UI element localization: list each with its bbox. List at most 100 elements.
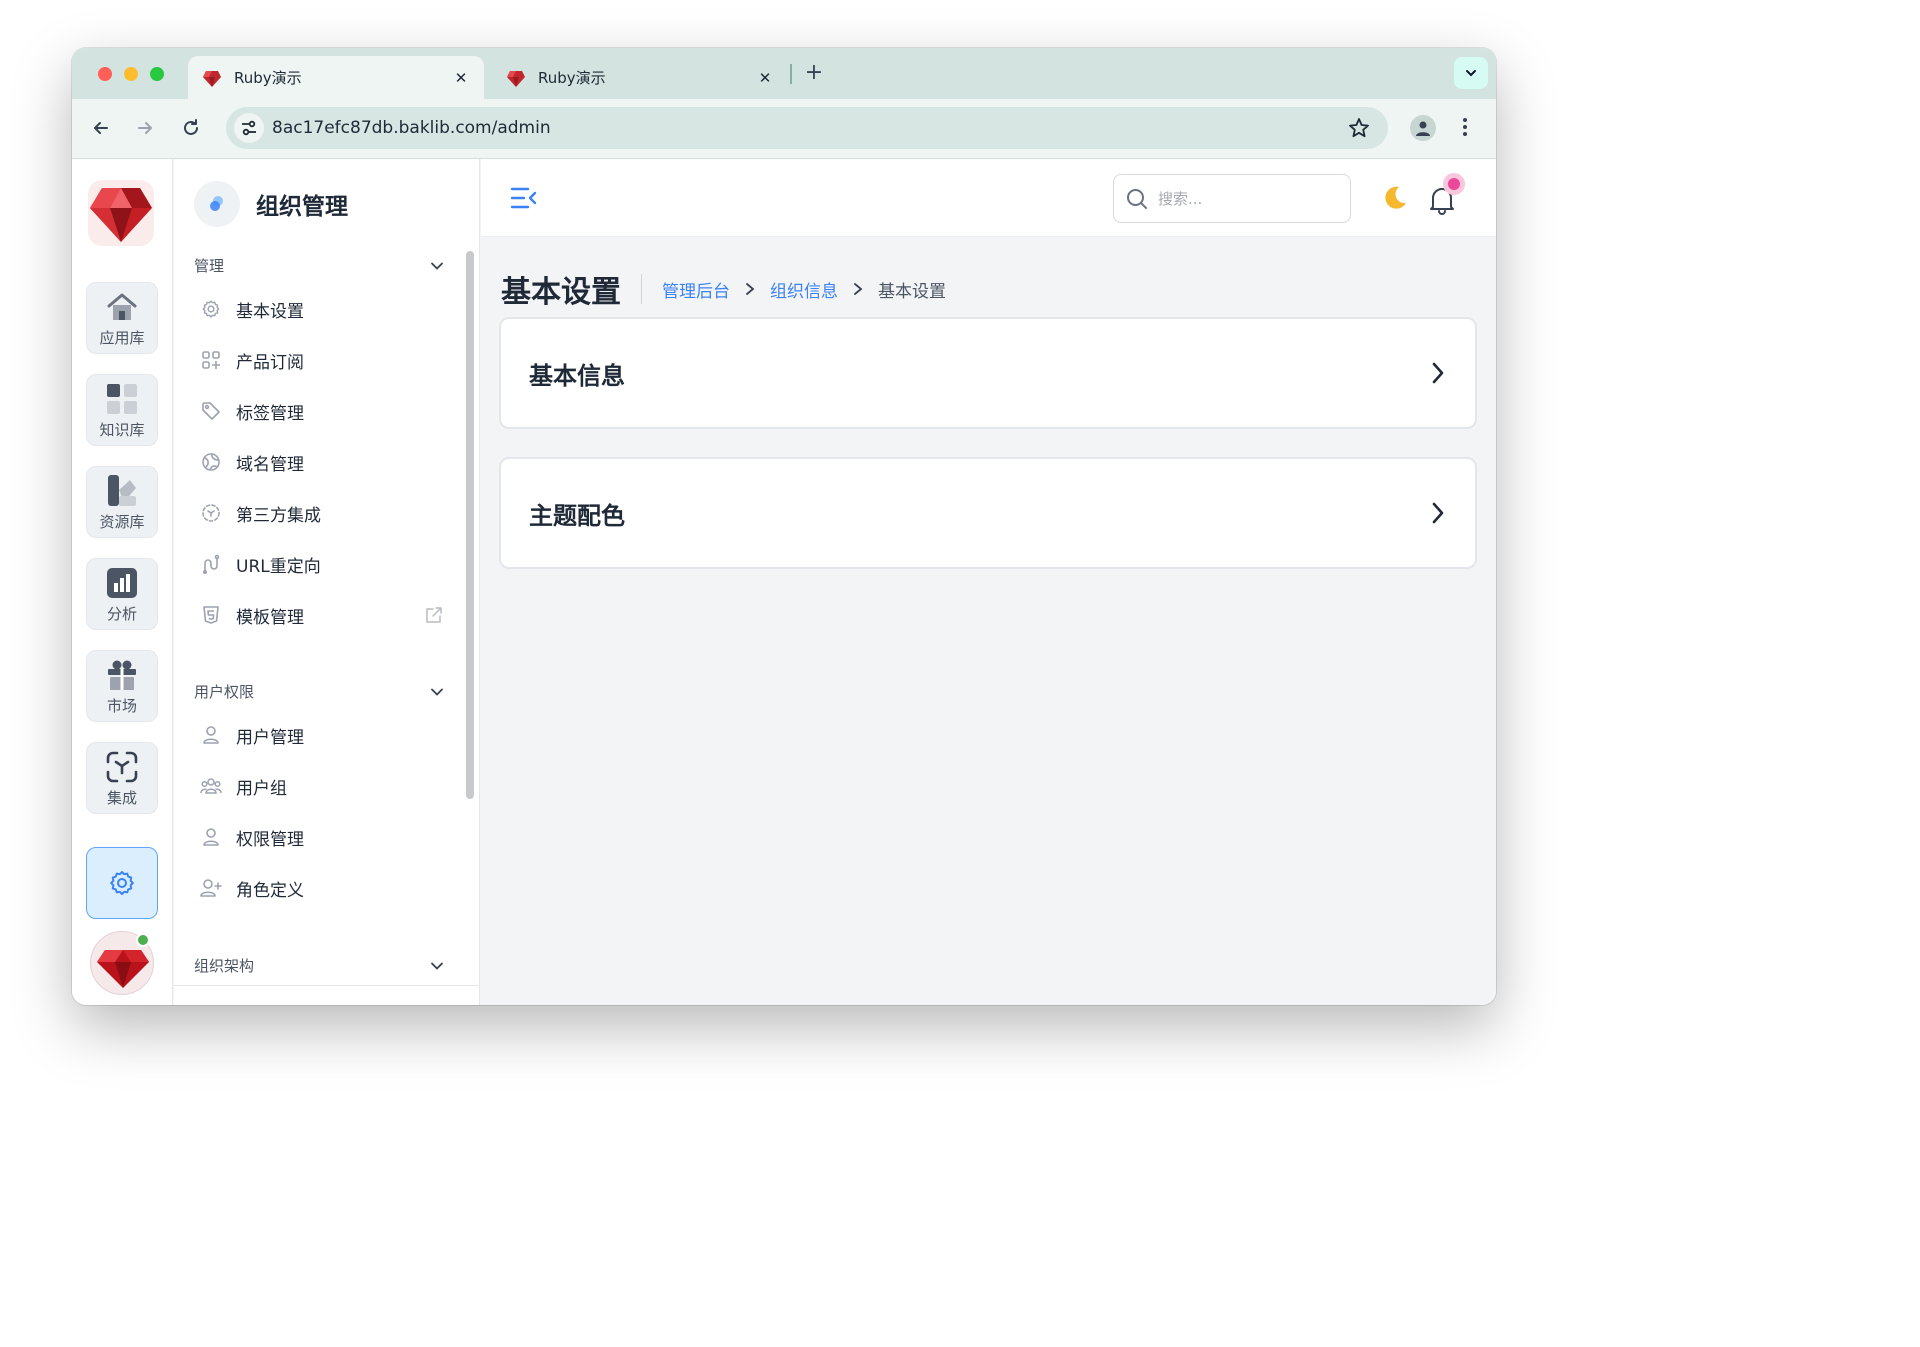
window-zoom-button[interactable] (150, 67, 164, 81)
sidebar-title: 组织管理 (256, 194, 348, 220)
user-icon (200, 724, 222, 746)
sidebar-item-basic-settings[interactable]: 基本设置 (200, 291, 444, 327)
rail-settings-button[interactable] (86, 847, 158, 919)
sidebar-item-user-groups[interactable]: 用户组 (200, 768, 444, 804)
card-theme-colors[interactable]: 主题配色 (499, 457, 1477, 569)
notification-badge (1443, 173, 1465, 195)
tab-close-icon[interactable]: ✕ (756, 69, 774, 87)
browser-titlebar: Ruby演示 ✕ Ruby演示 ✕ + (72, 48, 1496, 99)
sidebar-item-user-management[interactable]: 用户管理 (200, 717, 444, 753)
main-content: 基本设置 管理后台 组织信息 基本设置 基本信息 主题配色 (481, 159, 1496, 1005)
tab-title: Ruby演示 (234, 69, 302, 87)
sidebar-scrollbar[interactable] (466, 251, 474, 799)
new-tab-button[interactable]: + (804, 60, 824, 86)
bar-chart-icon (104, 565, 140, 601)
home-icon (104, 289, 140, 325)
window-minimize-button[interactable] (124, 67, 138, 81)
integration-icon (104, 749, 140, 785)
forward-button[interactable] (134, 116, 156, 140)
sidebar-item-label: 权限管理 (236, 829, 304, 850)
arrow-left-icon (94, 122, 108, 134)
site-info-button[interactable] (234, 113, 264, 143)
sidebar-item-label: 模板管理 (236, 607, 304, 628)
ruby-logo-icon[interactable] (86, 178, 156, 248)
sidebar-item-label: 标签管理 (236, 403, 304, 424)
profile-button[interactable] (1410, 115, 1436, 141)
rail-item-label: 资源库 (99, 513, 145, 531)
sidebar-item-roles[interactable]: 角色定义 (200, 870, 444, 906)
breadcrumb-link-org-info[interactable]: 组织信息 (770, 277, 838, 302)
user-icon (200, 826, 222, 848)
arrow-right-icon (138, 122, 152, 134)
rail-item-label: 市场 (106, 697, 137, 715)
tab-title: Ruby演示 (538, 69, 606, 87)
chevron-down-icon (1466, 70, 1476, 77)
tune-icon (242, 120, 256, 136)
breadcrumb-link-admin[interactable]: 管理后台 (662, 277, 730, 302)
search-box[interactable] (1113, 174, 1351, 223)
page-title: 基本设置 (501, 275, 621, 310)
collapse-sidebar-icon[interactable] (509, 183, 539, 213)
person-icon (1416, 121, 1430, 136)
sidebar-item-domains[interactable]: 域名管理 (200, 444, 444, 480)
reload-button[interactable] (180, 116, 202, 140)
sidebar-section-org-structure[interactable]: 组织架构 (194, 955, 444, 976)
sidebar-item-subscription[interactable]: 产品订阅 (200, 342, 444, 378)
tab-list-button[interactable] (1454, 57, 1488, 89)
rail-item-integration[interactable]: 集成 (86, 742, 158, 814)
sidebar-section-manage[interactable]: 管理 (194, 255, 444, 276)
tab-close-icon[interactable]: ✕ (452, 69, 470, 87)
ruby-favicon-icon (203, 70, 221, 87)
sidebar-item-url-redirect[interactable]: URL重定向 (200, 546, 444, 582)
sidebar-item-label: 域名管理 (236, 454, 304, 475)
sidebar-item-third-party[interactable]: 第三方集成 (200, 495, 444, 531)
back-button[interactable] (90, 116, 112, 140)
apps-icon (200, 349, 222, 371)
rail-item-analytics[interactable]: 分析 (86, 558, 158, 630)
address-bar[interactable]: 8ac17efc87db.baklib.com/admin (226, 107, 1388, 149)
sidebar-item-label: 用户组 (236, 778, 287, 799)
integration-icon (200, 502, 222, 524)
chevron-down-icon (431, 688, 443, 696)
rail-item-assets[interactable]: 资源库 (86, 466, 158, 538)
rail-item-market[interactable]: 市场 (86, 650, 158, 722)
asset-icon (104, 473, 140, 509)
app-rail: 应用库 知识库 资源库 分析 市场 集成 (72, 159, 173, 1005)
globe-icon (200, 451, 222, 473)
rail-item-label: 集成 (106, 789, 137, 807)
browser-window: Ruby演示 ✕ Ruby演示 ✕ + 8ac17efc87db.baklib.… (72, 48, 1496, 1005)
sidebar-section-users[interactable]: 用户权限 (194, 681, 444, 702)
sidebar: 组织管理 管理 基本设置 产品订阅 标签管理 域名管理 第三方集成 URL重定向… (174, 159, 480, 1005)
browser-tab[interactable]: Ruby演示 ✕ (492, 56, 788, 99)
reload-icon (184, 119, 198, 135)
top-bar (481, 159, 1496, 237)
sidebar-header: 组织管理 (194, 181, 348, 227)
rail-item-knowledge[interactable]: 知识库 (86, 374, 158, 446)
menu-kebab-icon[interactable] (1462, 116, 1468, 138)
grid-icon (104, 381, 140, 417)
search-icon (1127, 188, 1147, 209)
sidebar-item-label: 产品订阅 (236, 352, 304, 373)
window-close-button[interactable] (98, 67, 112, 81)
moon-icon[interactable] (1379, 183, 1409, 213)
sidebar-item-permissions[interactable]: 权限管理 (200, 819, 444, 855)
bookmark-star-icon[interactable] (1348, 117, 1370, 139)
users-icon (200, 775, 222, 797)
search-input[interactable] (1158, 189, 1328, 208)
sidebar-item-tags[interactable]: 标签管理 (200, 393, 444, 429)
card-basic-info[interactable]: 基本信息 (499, 317, 1477, 429)
external-link-icon[interactable] (424, 605, 444, 625)
url-text[interactable]: 8ac17efc87db.baklib.com/admin (272, 118, 551, 138)
rail-item-label: 应用库 (99, 329, 145, 347)
chevron-down-icon (431, 262, 443, 270)
browser-tab-active[interactable]: Ruby演示 ✕ (188, 56, 484, 99)
section-label: 组织架构 (194, 957, 255, 975)
redirect-icon (200, 553, 222, 575)
section-label: 管理 (194, 257, 225, 275)
rail-item-label: 知识库 (99, 421, 145, 439)
sidebar-item-label: 第三方集成 (236, 505, 321, 526)
rail-item-apps[interactable]: 应用库 (86, 282, 158, 354)
sidebar-item-templates[interactable]: 模板管理 (200, 597, 444, 633)
chevron-down-icon (431, 962, 443, 970)
gift-icon (104, 657, 140, 693)
